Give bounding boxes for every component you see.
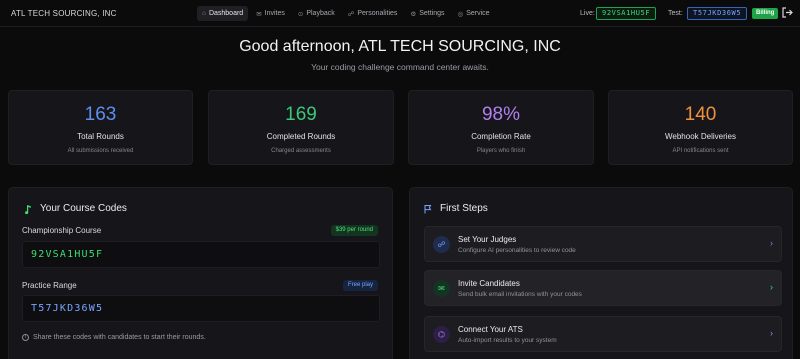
stat-card-completed-rounds: 169 Completed Rounds Charged assessments <box>208 90 394 165</box>
practice-label: Practice Range <box>22 281 77 290</box>
users-icon: ☍ <box>433 236 450 253</box>
greeting-title: Good afternoon, ATL TECH SOURCING, INC <box>239 38 561 55</box>
step-connect-ats[interactable]: ⌬ Connect Your ATS Auto-import results t… <box>424 316 782 352</box>
nav-playback[interactable]: ⊙ Playback <box>293 6 340 21</box>
course-codes-title: Your Course Codes <box>40 203 127 214</box>
nav-links: ⌂ Dashboard ✉ Invites ⊙ Playback ☍ Perso… <box>197 6 498 21</box>
stat-label: Completion Rate <box>471 132 531 141</box>
stat-value: 98% <box>481 104 521 125</box>
stat-value: 169 <box>285 104 317 125</box>
stat-label: Completed Rounds <box>266 132 336 141</box>
service-icon: ◎ <box>457 10 464 18</box>
step-title: Invite Candidates <box>458 279 520 288</box>
chevron-right-icon: › <box>770 282 773 292</box>
nav-label: Dashboard <box>208 10 244 17</box>
step-set-judges[interactable]: ☍ Set Your Judges Configure AI personali… <box>424 226 782 262</box>
nav-dashboard[interactable]: ⌂ Dashboard <box>197 6 249 21</box>
mail-icon: ✉ <box>256 10 262 18</box>
championship-price-badge: $39 per round <box>330 225 378 236</box>
users-icon: ☍ <box>347 10 355 18</box>
flag-icon <box>424 204 432 213</box>
brand-name[interactable]: ATL TECH SOURCING, INC <box>11 9 117 18</box>
stat-sub: Charged assessments <box>271 148 331 154</box>
share-hint: i Share these codes with candidates to s… <box>22 334 206 341</box>
practice-free-badge: Free play <box>342 280 378 291</box>
gear-icon: ⚙ <box>410 10 417 18</box>
chevron-right-icon: › <box>770 328 773 338</box>
plug-icon: ⌬ <box>433 326 450 343</box>
championship-label: Championship Course <box>22 226 102 235</box>
step-desc: Configure AI personalities to review cod… <box>458 247 576 254</box>
first-steps-title: First Steps <box>440 203 488 214</box>
greeting-subtitle: Your coding challenge command center awa… <box>311 62 489 72</box>
live-code-pill[interactable]: 92VSA1HU5F <box>596 7 657 20</box>
nav-settings[interactable]: ⚙ Settings <box>405 6 449 21</box>
test-code-pill[interactable]: T57JKD36W5 <box>687 7 748 20</box>
stat-sub: All submissions received <box>67 148 134 154</box>
play-icon: ⊙ <box>297 10 304 18</box>
first-steps-panel: First Steps ☍ Set Your Judges Configure … <box>409 187 793 359</box>
test-label: Test: <box>668 10 683 17</box>
stat-card-total-rounds: 163 Total Rounds All submissions receive… <box>8 90 193 165</box>
stat-sub: Players who finish <box>476 148 526 154</box>
stat-value: 140 <box>684 104 717 125</box>
nav-label: Service <box>466 10 490 17</box>
live-label: Live: <box>580 10 595 17</box>
share-text: Share these codes with candidates to sta… <box>33 334 206 341</box>
nav-label: Invites <box>264 10 285 17</box>
nav-service[interactable]: ◎ Service <box>453 6 495 21</box>
stat-card-completion-rate: 98% Completion Rate Players who finish <box>408 90 594 165</box>
nav-label: Personalities <box>357 10 398 17</box>
info-icon: i <box>22 334 29 341</box>
stat-label: Total Rounds <box>77 132 124 141</box>
nav-label: Playback <box>306 10 335 17</box>
practice-code-field[interactable]: T57JKD36W5 <box>22 295 380 322</box>
championship-code-field[interactable]: 92VSA1HU5F <box>22 241 380 268</box>
mail-icon: ✉ <box>433 280 450 297</box>
step-title: Connect Your ATS <box>458 325 523 334</box>
course-codes-title-row: Your Course Codes <box>24 203 127 214</box>
nav-personalities[interactable]: ☍ Personalities <box>343 6 403 21</box>
nav-invites[interactable]: ✉ Invites <box>251 6 290 21</box>
home-icon: ⌂ <box>202 10 206 17</box>
top-nav: ATL TECH SOURCING, INC ⌂ Dashboard ✉ Inv… <box>0 0 800 27</box>
stat-value: 163 <box>84 104 117 125</box>
billing-button[interactable]: Billing <box>752 8 779 19</box>
step-invite-candidates[interactable]: ✉ Invite Candidates Send bulk email invi… <box>424 270 782 306</box>
stat-label: Webhook Deliveries <box>665 132 736 141</box>
music-note-icon <box>25 204 31 214</box>
logout-icon[interactable] <box>781 6 793 19</box>
step-desc: Auto-import results to your system <box>458 337 557 344</box>
course-codes-panel: Your Course Codes Championship Course $3… <box>8 187 393 359</box>
stat-sub: API notifications sent <box>672 148 729 154</box>
first-steps-title-row: First Steps <box>424 203 488 214</box>
step-desc: Send bulk email invitations with your co… <box>458 291 582 298</box>
stat-card-webhook-deliveries: 140 Webhook Deliveries API notifications… <box>608 90 793 165</box>
nav-label: Settings <box>419 10 445 17</box>
step-title: Set Your Judges <box>458 235 517 244</box>
chevron-right-icon: › <box>770 238 773 248</box>
